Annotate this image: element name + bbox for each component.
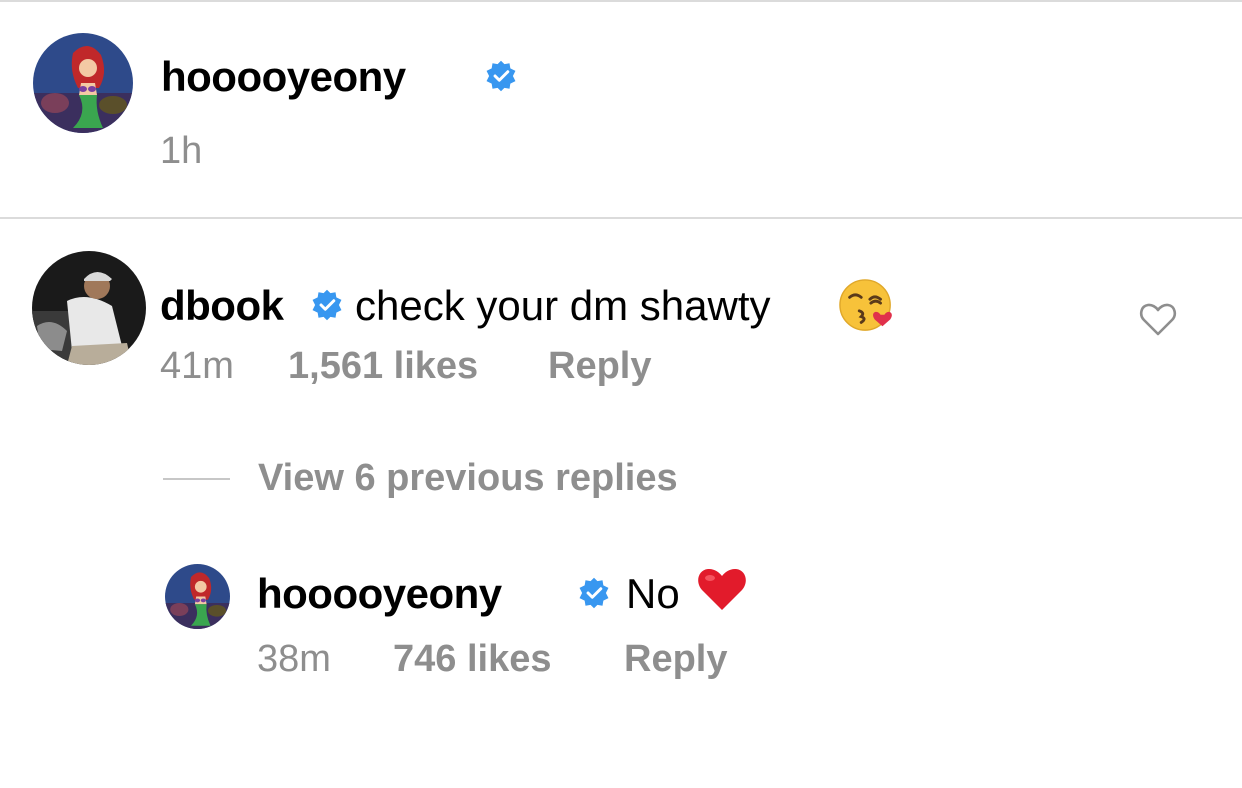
- comment-likes-count[interactable]: 1,561 likes: [288, 347, 478, 385]
- verified-badge-icon: [310, 288, 344, 322]
- reply-reply-button[interactable]: Reply: [624, 640, 727, 678]
- post-author-username[interactable]: hooooyeony: [161, 56, 406, 98]
- post-author-avatar[interactable]: [33, 33, 133, 133]
- verified-badge-icon: [484, 59, 518, 93]
- comment-author-username[interactable]: dbook: [160, 285, 284, 327]
- reply-author-avatar[interactable]: [165, 564, 230, 629]
- view-replies-line: [163, 478, 230, 480]
- mermaid-avatar-image: [33, 33, 133, 133]
- dbook-avatar-image: [32, 251, 146, 365]
- reply-author-username[interactable]: hooooyeony: [257, 573, 502, 615]
- reply-timestamp: 38m: [257, 638, 331, 680]
- red-heart-emoji: [696, 564, 748, 614]
- like-heart-icon[interactable]: [1139, 301, 1177, 337]
- comment-author-avatar[interactable]: [32, 251, 146, 365]
- view-previous-replies-button[interactable]: View 6 previous replies: [258, 459, 678, 497]
- header-divider: [0, 217, 1242, 219]
- top-border: [0, 0, 1242, 2]
- reply-text: No: [626, 570, 680, 617]
- comment-text: check your dm shawty: [355, 282, 771, 329]
- verified-badge-icon: [577, 576, 611, 610]
- kissing-face-with-heart-emoji: [838, 278, 896, 334]
- comment-reply-button[interactable]: Reply: [548, 347, 651, 385]
- comment-timestamp: 41m: [160, 345, 234, 387]
- mermaid-avatar-image: [165, 564, 230, 629]
- post-timestamp: 1h: [160, 130, 203, 172]
- reply-likes-count[interactable]: 746 likes: [393, 640, 551, 678]
